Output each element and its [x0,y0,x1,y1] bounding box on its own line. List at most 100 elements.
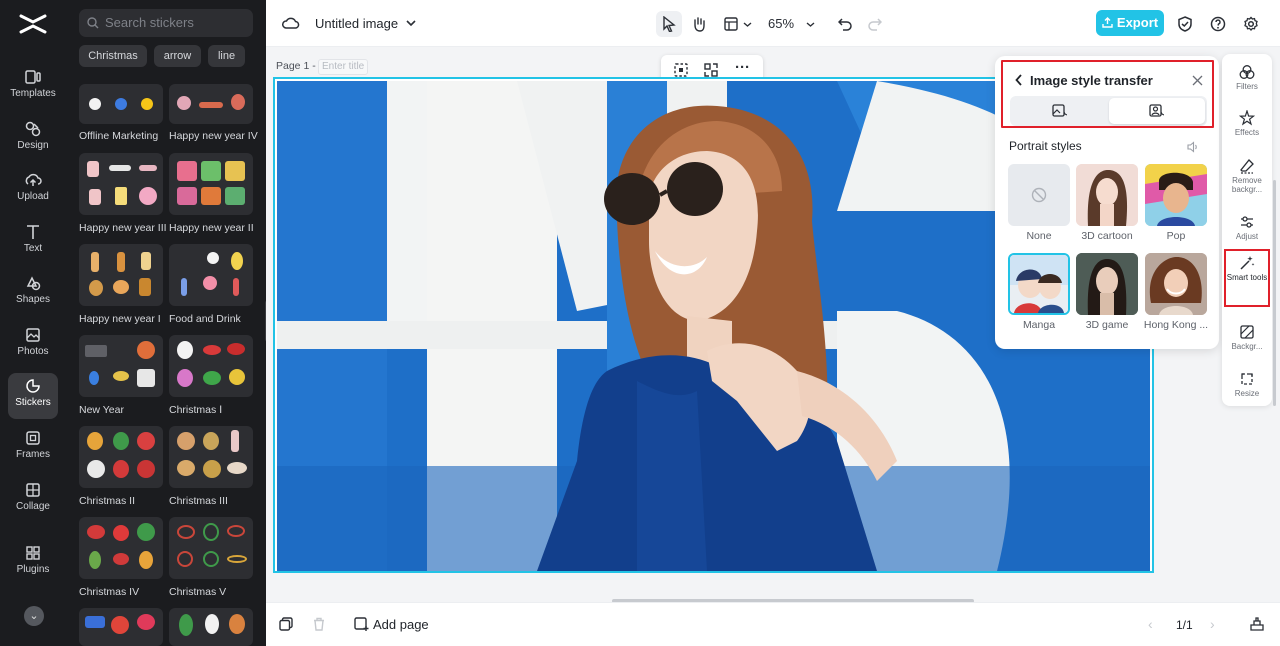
cursor-icon [663,15,676,33]
chip-line[interactable]: line [208,45,245,67]
nav-item-text[interactable]: Text [8,219,58,267]
sticker-group-caption: Christmas Ⅰ [169,404,223,416]
delete-page-button[interactable] [312,617,326,636]
sticker-group-food-and-drink[interactable] [169,244,253,306]
app-root: Templates Design Upload Text Shapes Phot… [0,0,1280,646]
add-page-icon [354,617,369,631]
sticker-group-happy-new-year-iv[interactable] [169,84,253,124]
shield-button[interactable] [1172,11,1198,37]
sticker-group-offline-marketing[interactable] [79,84,163,124]
help-icon [1210,16,1226,32]
style-hong-kong[interactable] [1145,253,1207,315]
chip-arrow[interactable]: arrow [154,45,201,67]
redo-button[interactable] [862,11,888,37]
nav-item-photos[interactable]: Photos [8,322,58,370]
image-sparkle-icon [1052,104,1067,117]
sticker-group-christmas-iii[interactable] [169,426,253,488]
nav-item-frames[interactable]: Frames [8,425,58,473]
nav-label: Shapes [16,294,50,305]
sticker-group-christmas-1[interactable] [169,335,253,397]
style-3d-cartoon[interactable] [1076,164,1138,226]
sticker-group-christmas-ii[interactable] [79,426,163,488]
search-placeholder: Search stickers [105,15,194,30]
style-transfer-header-highlight: Image style transfer [1001,60,1214,128]
nav-item-collage[interactable]: Collage [8,477,58,525]
sticker-group-christmas-iv[interactable] [79,517,163,579]
previous-page-icon[interactable]: ‹ [1148,616,1153,632]
tool-background[interactable]: Backgr... [1224,320,1270,366]
segment-portrait-mode[interactable] [1109,98,1205,124]
sticker-group-new-year[interactable] [79,335,163,397]
settings-button[interactable] [1238,11,1264,37]
nav-item-upload[interactable]: Upload [8,167,58,215]
export-label: Export [1116,15,1159,30]
hand-tool-button[interactable] [686,11,712,37]
nav-item-stickers[interactable]: Stickers [8,373,58,419]
sticker-group-caption: Christmas II [79,495,136,507]
dashed-select-icon [674,63,688,77]
more-options-icon[interactable]: ··· [735,59,750,76]
tool-filters[interactable]: Filters [1224,60,1270,106]
export-button[interactable]: Export [1096,10,1164,36]
sticker-group-happy-new-year-ii[interactable] [169,153,253,215]
tool-effects[interactable]: Effects [1224,106,1270,152]
right-scrollbar[interactable] [1273,180,1276,406]
next-page-icon[interactable]: › [1210,616,1215,632]
tool-label: Adjust [1235,232,1259,241]
plugins-icon [26,546,40,560]
tool-smart-tools[interactable]: Smart tools [1224,249,1270,307]
left-nav: Templates Design Upload Text Shapes Phot… [0,0,66,646]
sticker-group-christmas-v[interactable] [169,517,253,579]
chevron-left-icon [1015,74,1022,86]
sound-icon[interactable] [1187,140,1199,158]
trash-icon [314,617,324,631]
sticker-group-partial[interactable] [169,608,253,646]
style-3d-game[interactable] [1076,253,1138,315]
capcut-logo-icon[interactable] [19,12,47,36]
chip-christmas[interactable]: Christmas [79,45,147,67]
duplicate-page-button[interactable] [279,617,293,636]
tool-resize[interactable]: Resize [1224,367,1270,413]
style-none[interactable] [1008,164,1070,226]
sticker-group-caption: Happy new year III [79,222,167,234]
document-title: Untitled image [315,16,399,31]
search-input[interactable]: Search stickers [79,9,253,37]
sticker-group-happy-new-year-i[interactable] [79,244,163,306]
layout-icon [724,17,738,31]
redo-icon [868,18,883,31]
sticker-group-partial[interactable] [79,608,163,646]
layers-button[interactable] [1250,617,1264,636]
nav-label: Text [23,243,43,254]
stickers-icon [26,379,40,393]
style-pop[interactable] [1145,164,1207,226]
close-icon [1192,75,1203,86]
style-caption: 3D game [1085,319,1129,331]
design-icon [25,121,41,137]
layout-tool-button[interactable] [721,11,755,37]
undo-button[interactable] [832,11,858,37]
back-button[interactable] [1015,73,1023,91]
select-tool-button[interactable] [656,11,682,37]
nav-item-templates[interactable]: Templates [8,64,58,112]
magic-wand-icon [1240,256,1255,270]
help-button[interactable] [1205,11,1231,37]
tool-label: Remove backgr... [1231,176,1263,194]
collage-icon [26,483,40,497]
upload-icon [25,173,42,186]
sticker-group-happy-new-year-iii[interactable] [79,153,163,215]
manga-thumbnail [1010,255,1068,313]
nav-item-design[interactable]: Design [8,116,58,164]
sticker-group-caption: Christmas V [169,586,227,598]
nav-label: Upload [17,191,49,202]
account-menu-icon[interactable]: ⌄ [24,606,44,626]
top-bar: Untitled image 65% Export [266,0,1280,47]
zoom-dropdown[interactable]: 65% [764,11,822,37]
close-button[interactable] [1192,73,1203,91]
nav-item-plugins[interactable]: Plugins [8,540,58,588]
page-title-input[interactable]: Enter title [318,59,368,75]
segment-image-mode[interactable] [1012,98,1108,124]
nav-item-shapes[interactable]: Shapes [8,270,58,318]
filters-icon [1239,65,1255,79]
style-manga[interactable] [1008,253,1070,315]
tool-remove-background[interactable]: Remove backgr... [1224,154,1270,200]
